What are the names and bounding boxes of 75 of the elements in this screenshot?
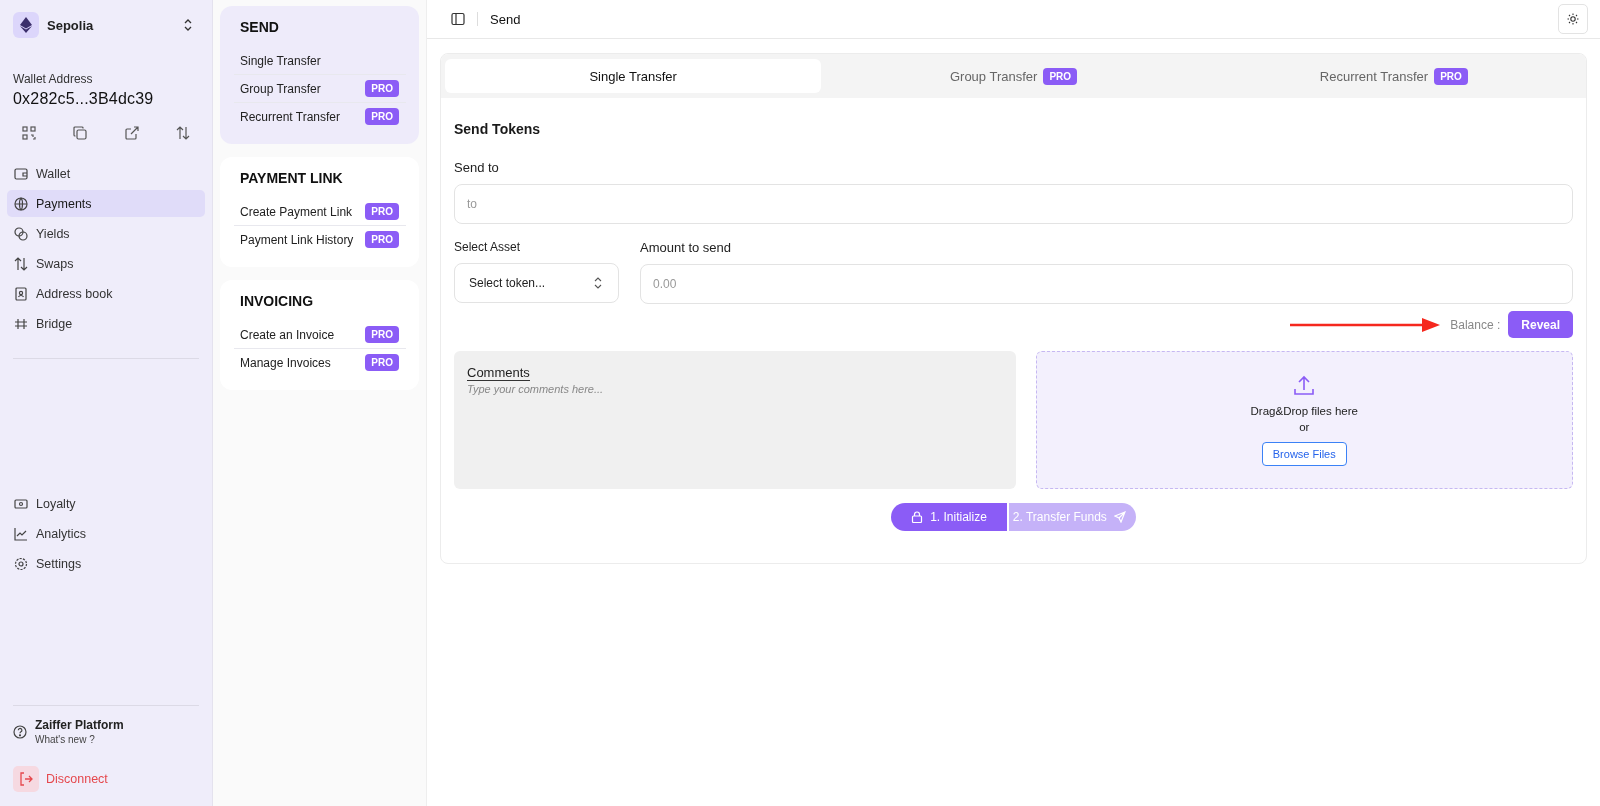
tab[interactable]: Single Transfer [445,59,822,93]
swap-icon [14,256,28,271]
pro-badge: PRO [365,108,399,125]
settings-icon [14,557,28,572]
section-title: SEND [240,19,280,35]
help-icon[interactable] [13,725,27,739]
menu-item[interactable]: Single Transfer [240,53,321,68]
pro-badge: PRO [365,231,399,248]
whats-new-link[interactable]: What's new ? [35,734,95,745]
nav-item[interactable]: Swaps [7,250,205,277]
tab[interactable]: Group Transfer PRO [825,59,1202,93]
file-drop-zone[interactable]: Drag&Drop files here or Browse Files [1035,351,1573,489]
chevron-up-down-icon[interactable] [183,18,193,32]
browse-files-button[interactable]: Browse Files [1261,441,1347,466]
chart-icon [14,527,28,542]
send-icon [1113,511,1126,523]
upload-icon [1293,374,1316,397]
globe-icon [14,196,28,211]
swap-arrows-icon[interactable] [176,126,190,140]
menu-item[interactable]: Create Payment Link [240,204,353,219]
pro-badge: PRO [1043,67,1078,85]
wallet-address: 0x282c5...3B4dc39 [13,90,155,108]
copy-icon[interactable] [73,126,88,140]
book-icon [14,286,28,301]
wallet-label: Wallet Address [13,72,94,86]
theme-toggle-button[interactable] [1558,4,1588,34]
section-title: PAYMENT LINK [240,170,344,186]
sidebar-toggle-icon[interactable] [451,12,465,26]
qr-code-icon[interactable] [22,126,36,140]
pro-badge: PRO [365,354,399,371]
platform-title: Zaiffer Platform [35,718,124,732]
menu-item[interactable]: Manage Invoices [240,355,331,370]
balance-label: Balance : [1450,317,1501,332]
nav-item[interactable]: Address book [7,280,205,307]
nav-item[interactable]: Loyalty [7,490,205,518]
nav-item[interactable]: Yields [7,220,205,247]
menu-item[interactable]: Recurrent Transfer [240,109,341,124]
field-label: Send to [454,160,500,175]
logout-icon[interactable] [13,766,39,792]
recipient-input[interactable]: to [454,184,1573,224]
amount-input[interactable]: 0.00 [640,264,1573,304]
nav-item[interactable]: Settings [7,550,205,578]
ethereum-icon [13,12,39,38]
pro-badge: PRO [1434,67,1468,85]
ticket-icon [14,497,28,512]
form-heading: Send Tokens [454,121,542,137]
comments-input[interactable]: Type your comments here... [467,383,1003,475]
drop-text: or [1299,419,1310,435]
nav-item[interactable]: Payments [7,190,205,217]
field-label: Amount to send [640,240,733,255]
chevron-up-down-icon [594,277,602,289]
comments-field[interactable]: Comments Type your comments here... [454,351,1016,489]
comments-label: Comments [467,365,530,381]
menu-item[interactable]: Group Transfer [240,81,321,96]
field-label: Select Asset [454,240,522,254]
menu-item[interactable]: Create an Invoice [240,327,335,342]
token-select[interactable]: Select token... [454,263,619,303]
pro-badge: PRO [365,80,399,97]
reveal-button[interactable]: Reveal [1508,311,1573,338]
network-name[interactable]: Sepolia [47,17,175,33]
external-link-icon[interactable] [124,126,139,140]
pro-badge: PRO [365,326,399,343]
menu-item[interactable]: Payment Link History [240,232,354,247]
drop-text: Drag&Drop files here [1250,403,1358,419]
pro-badge: PRO [365,203,399,220]
sun-icon [1567,13,1579,25]
lock-icon [911,511,924,523]
nav-item[interactable]: Wallet [7,160,205,187]
tab[interactable]: Recurrent Transfer PRO [1205,59,1582,93]
section-title: INVOICING [240,293,315,309]
initialize-button[interactable]: 1. Initialize [891,503,1007,531]
page-title: Send [490,11,521,27]
wallet-icon [14,166,28,181]
nav-item[interactable]: Analytics [7,520,205,548]
nav-item[interactable]: Bridge [7,310,205,337]
